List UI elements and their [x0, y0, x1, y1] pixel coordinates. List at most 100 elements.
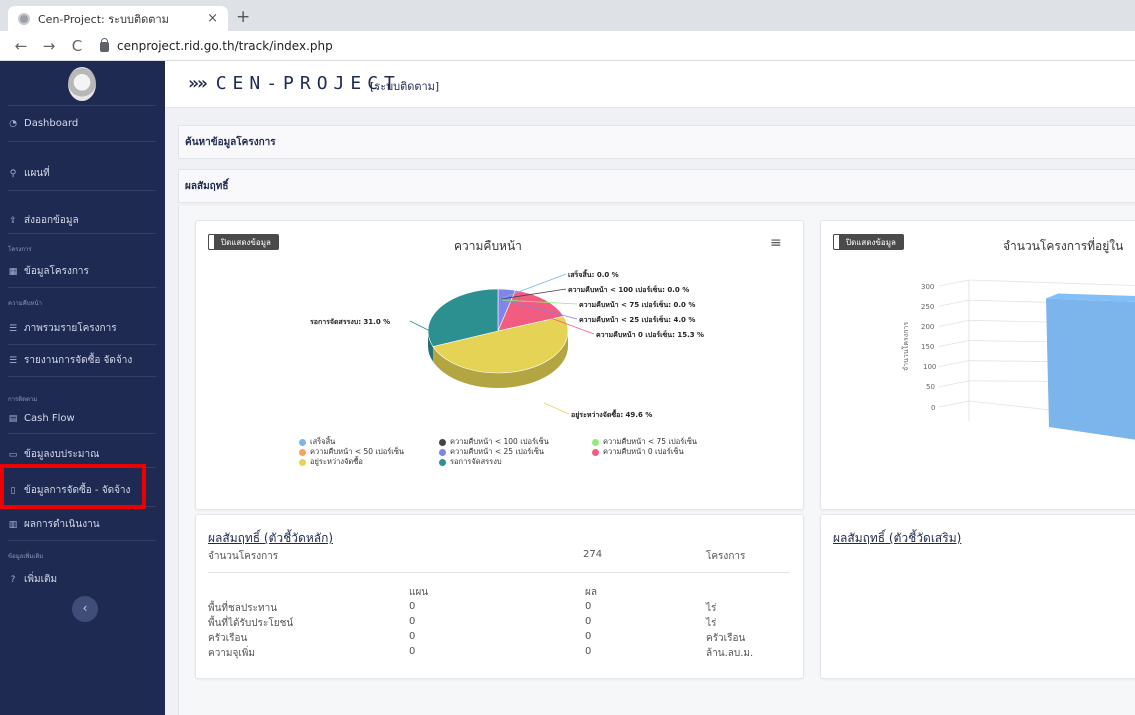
legend-dot — [439, 448, 446, 456]
pie-data-label: เสร็จสิ้น: 0.0 % — [568, 268, 619, 279]
pie-legend: เสร็จสิ้น ความคืบหน้า < 100 เปอร์เซ็น คว… — [299, 437, 697, 467]
divider — [8, 190, 156, 191]
sidebar-item-label: รายงานการจัดซื้อ จัดจ้าง — [24, 355, 133, 366]
project-count-value: 274 — [583, 549, 603, 560]
row-result: 0 — [585, 631, 592, 642]
pie-data-label: ความคืบหน้า < 75 เปอร์เซ็น: 0.0 % — [579, 300, 695, 309]
section-heading: การติดตาม — [8, 396, 38, 403]
legend-dot — [592, 438, 599, 446]
section-heading: โครงการ — [8, 246, 32, 253]
sidebar-item-more[interactable]: ? เพิ่มเติม — [8, 572, 58, 587]
pie-data-label: รอการจัดสรรงบ: 31.0 % — [310, 318, 390, 326]
sidebar-item-dashboard[interactable]: ◔ Dashboard — [8, 118, 78, 129]
lock-icon — [100, 37, 109, 52]
row-plan: 0 — [409, 631, 416, 642]
row-unit: ไร่ — [706, 618, 717, 629]
row-plan: 0 — [409, 646, 416, 657]
browser-tab[interactable]: Cen-Project: ระบบติดตาม × — [8, 6, 228, 31]
divider — [8, 433, 156, 434]
sidebar-item-label: แผนที่ — [24, 168, 50, 179]
sidebar-item-label: ผลการดำเนินงาน — [24, 519, 100, 530]
pie-data-label: ความคืบหน้า < 100 เปอร์เซ็น: 0.0 % — [568, 285, 689, 294]
tab-close-icon[interactable]: × — [207, 11, 218, 26]
list-icon: ☰ — [8, 323, 18, 334]
divider — [8, 141, 156, 142]
forward-icon[interactable]: → — [42, 37, 56, 55]
main-content: ค้นหาข้อมูลโครงการ ผลสัมฤทธิ์ ปิดแสดงข้อ… — [165, 108, 1135, 715]
result-panel-header[interactable]: ผลสัมฤทธิ์ — [178, 169, 1135, 203]
sidebar-collapse-button[interactable]: ‹ — [72, 596, 98, 622]
row-result: 0 — [585, 616, 592, 627]
top-header: »» CEN-PROJECT [ระบบติดตาม] — [165, 61, 1135, 108]
gridline-depth — [938, 380, 970, 388]
brand-arrows: »» — [188, 73, 208, 94]
legend-dot — [592, 448, 599, 456]
row-label: ครัวเรือน — [208, 633, 248, 644]
row-label: ความจุเพิ่ม — [208, 648, 255, 659]
row-plan: 0 — [409, 616, 416, 627]
url-field[interactable]: cenproject.rid.go.th/track/index.php — [100, 37, 333, 53]
row-unit: ล้าน.ลบ.ม. — [706, 648, 754, 659]
help-icon: ? — [10, 574, 16, 585]
project-count-label: จำนวนโครงการ — [208, 551, 279, 562]
reload-icon[interactable]: C — [70, 37, 84, 55]
legend-item[interactable]: รอการจัดสรรงบ — [439, 456, 502, 468]
section-heading: ความคืบหน้า — [8, 300, 42, 307]
sidebar-item-label: ข้อมูลโครงการ — [24, 266, 89, 277]
sidebar-item-cash-flow[interactable]: ▤ Cash Flow — [8, 413, 75, 424]
gridline-depth — [938, 299, 970, 307]
sidebar-item-performance[interactable]: ▥ ผลการดำเนินงาน — [8, 517, 100, 532]
gridline-depth — [938, 319, 970, 327]
divider — [8, 540, 156, 541]
url-text: cenproject.rid.go.th/track/index.php — [117, 38, 333, 53]
dashboard-icon: ◔ — [9, 118, 17, 129]
back-icon[interactable]: ← — [14, 37, 28, 55]
new-tab-icon[interactable]: + — [236, 7, 250, 27]
sidebar-item-export[interactable]: ⇪ ส่งออกข้อมูล — [8, 213, 78, 228]
divider — [208, 572, 790, 573]
sidebar-item-map[interactable]: ⚲ แผนที่ — [8, 166, 50, 181]
extra-indicators-title[interactable]: ผลสัมฤทธิ์ (ตัวชี้วัดเสริม) — [833, 529, 961, 548]
row-label: พื้นที่ชลประทาน — [208, 603, 278, 614]
legend-dot — [299, 448, 306, 456]
sidebar-item-procurement-report[interactable]: ☰ รายงานการจัดซื้อ จัดจ้าง — [8, 353, 132, 368]
export-icon: ⇪ — [9, 215, 17, 226]
legend-label: รอการจัดสรรงบ — [450, 457, 502, 466]
logo[interactable] — [68, 67, 96, 101]
extra-indicators-card: ผลสัมฤทธิ์ (ตัวชี้วัดเสริม) — [820, 514, 1135, 679]
column-header-result: ผล — [585, 587, 597, 598]
row-label: พื้นที่ได้รับประโยชน์ — [208, 618, 294, 629]
divider — [8, 344, 156, 345]
divider — [8, 287, 156, 288]
legend-item[interactable]: อยู่ระหว่างจัดซื้อ — [299, 456, 439, 468]
search-panel-header[interactable]: ค้นหาข้อมูลโครงการ — [178, 125, 1135, 159]
row-unit: ครัวเรือน — [706, 633, 746, 644]
main-indicators-card: ผลสัมฤทธิ์ (ตัวชี้วัดหลัก) จำนวนโครงการ … — [195, 514, 804, 679]
sidebar-item-project-info[interactable]: ▦ ข้อมูลโครงการ — [8, 264, 89, 279]
gridline-depth — [938, 279, 970, 287]
divider — [8, 105, 156, 106]
sidebar-item-label: ภาพรวมรายโครงการ — [24, 323, 117, 334]
tab-title: Cen-Project: ระบบติดตาม — [38, 12, 169, 26]
sidebar-item-label: ข้อมูลงบประมาณ — [24, 449, 100, 460]
sidebar-item-project-overview[interactable]: ☰ ภาพรวมรายโครงการ — [8, 321, 117, 336]
list-icon: ☰ — [8, 355, 18, 366]
sidebar-item-budget[interactable]: ▭ ข้อมูลงบประมาณ — [8, 447, 100, 462]
bar[interactable] — [1046, 298, 1135, 442]
site-favicon-icon — [18, 12, 30, 25]
row-plan: 0 — [409, 601, 416, 612]
legend-item[interactable]: ความคืบหน้า 0 เปอร์เซ็น — [592, 446, 684, 458]
main-indicators-title[interactable]: ผลสัมฤทธิ์ (ตัวชี้วัดหลัก) — [208, 529, 333, 548]
pie-data-label: ความคืบหน้า < 25 เปอร์เซ็น: 4.0 % — [579, 315, 695, 324]
sidebar-item-label: เพิ่มเติม — [24, 574, 58, 585]
project-count-bar-card: ปิดแสดงข้อมูล จำนวนโครงการที่อยู่ใน 300 … — [820, 220, 1135, 510]
sidebar: ◔ Dashboard ⚲ แผนที่ ⇪ ส่งออกข้อมูล โครง… — [0, 61, 165, 715]
legend-dot — [439, 458, 446, 466]
highlight-box — [0, 464, 146, 509]
sidebar-item-label: Cash Flow — [24, 413, 75, 424]
brand-logo[interactable]: »» CEN-PROJECT — [188, 73, 401, 94]
pie-connector — [543, 402, 570, 415]
gridline — [968, 279, 1135, 286]
divider — [8, 233, 156, 234]
money-icon: ▭ — [8, 449, 18, 460]
